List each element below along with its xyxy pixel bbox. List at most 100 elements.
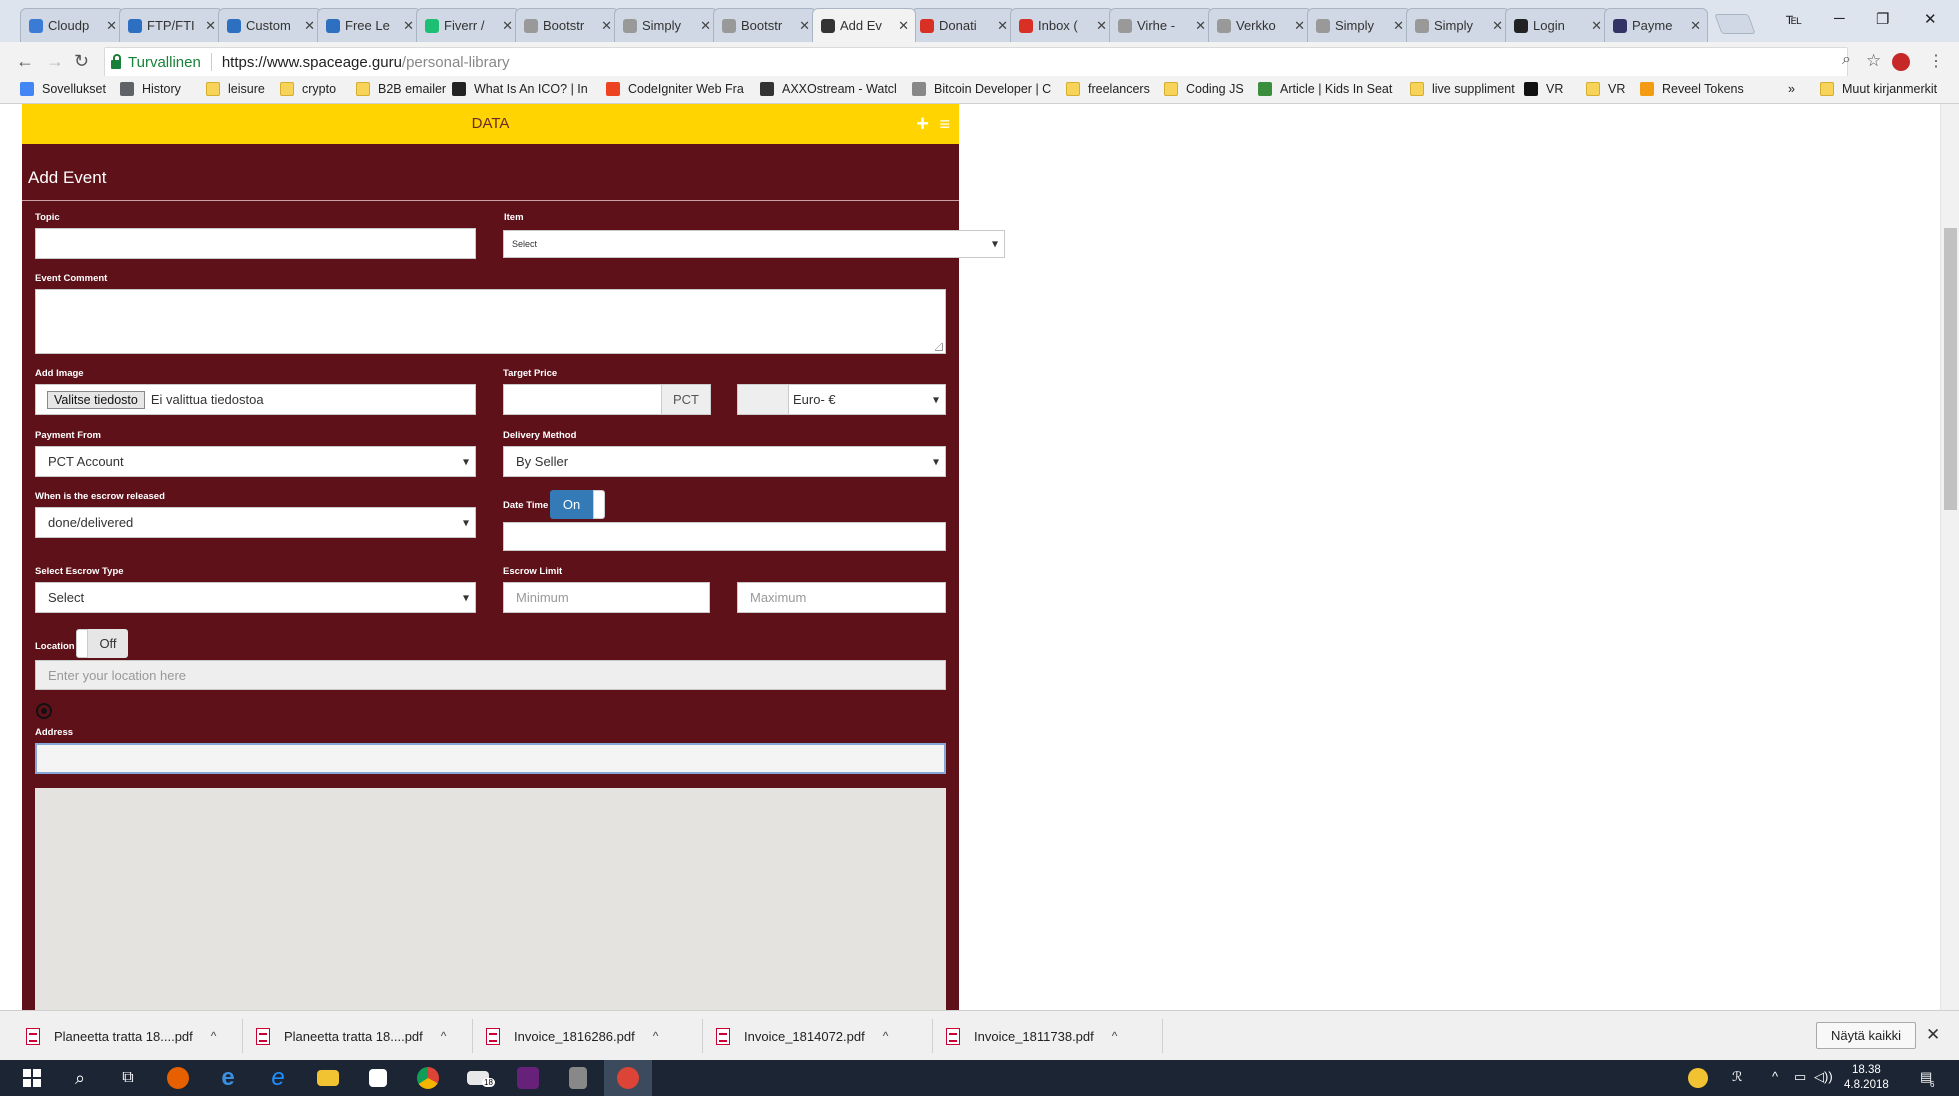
browser-tab[interactable]: Free Le ✕ (317, 8, 421, 42)
chevron-up-icon[interactable]: ^ (441, 1029, 447, 1043)
item-select[interactable]: Select (503, 230, 1005, 258)
date-time-toggle-on[interactable]: On (550, 490, 593, 519)
search-icon[interactable]: ⌕ (56, 1060, 104, 1096)
browser-tab[interactable]: Simply ✕ (1406, 8, 1510, 42)
show-all-downloads-button[interactable]: Näytä kaikki (1816, 1022, 1916, 1049)
add-icon[interactable]: + (916, 104, 929, 144)
location-toggle-off[interactable]: Off (88, 629, 128, 658)
close-tab-icon[interactable]: ✕ (205, 18, 216, 34)
bookmark-item[interactable]: VR (1524, 82, 1563, 96)
close-window-icon[interactable]: ✕ (1924, 10, 1937, 28)
close-tab-icon[interactable]: ✕ (997, 18, 1008, 34)
browser-tab[interactable]: FTP/FTI ✕ (119, 8, 223, 42)
close-tab-icon[interactable]: ✕ (700, 18, 711, 34)
reload-icon[interactable]: ↻ (74, 51, 89, 72)
chevron-up-icon[interactable]: ^ (883, 1029, 889, 1043)
close-tab-icon[interactable]: ✕ (601, 18, 612, 34)
ie-icon[interactable]: e (254, 1060, 302, 1096)
browser-tab[interactable]: Donati ✕ (911, 8, 1015, 42)
browser-tab[interactable]: Custom ✕ (218, 8, 322, 42)
close-tab-icon[interactable]: ✕ (1591, 18, 1602, 34)
address-bar[interactable]: Turvallinen https://www.spaceage.guru/pe… (104, 47, 1848, 77)
bookmark-item[interactable]: History (120, 82, 181, 96)
currency-select[interactable]: Euro- € (788, 384, 946, 415)
system-clock[interactable]: 18.38 4.8.2018 (1844, 1063, 1889, 1093)
secure-indicator[interactable]: Turvallinen (111, 53, 201, 71)
bookmark-item[interactable]: leisure (206, 82, 265, 96)
hamburger-icon[interactable]: ≡ (939, 104, 950, 144)
browser-tab[interactable]: Virhe - ✕ (1109, 8, 1213, 42)
file-explorer-icon[interactable] (304, 1060, 352, 1096)
chrome-icon[interactable] (404, 1060, 452, 1096)
close-tab-icon[interactable]: ✕ (898, 18, 909, 34)
topic-input[interactable] (35, 228, 476, 259)
bookmark-item[interactable]: live suppliment (1410, 82, 1515, 96)
escrow-type-select[interactable]: Select (35, 582, 476, 613)
chevron-up-icon[interactable]: ^ (1112, 1029, 1118, 1043)
close-tab-icon[interactable]: ✕ (304, 18, 315, 34)
escrow-minimum-input[interactable]: Minimum (503, 582, 710, 613)
bookmark-item[interactable]: VR (1586, 82, 1625, 96)
close-tab-icon[interactable]: ✕ (502, 18, 513, 34)
date-time-toggle-knob[interactable] (593, 490, 605, 519)
extension-icon[interactable] (1892, 53, 1910, 71)
download-item[interactable]: Planeetta tratta 18....pdf ^ (256, 1011, 446, 1061)
bookmark-item[interactable]: What Is An ICO? | In (452, 82, 588, 96)
scrollbar-thumb[interactable] (1944, 228, 1957, 510)
chrome-active-icon[interactable] (604, 1060, 652, 1096)
download-item[interactable]: Invoice_1814072.pdf ^ (716, 1011, 888, 1061)
store-icon[interactable] (354, 1060, 402, 1096)
browser-tab[interactable]: Payme ✕ (1604, 8, 1708, 42)
resize-handle[interactable] (935, 343, 943, 351)
close-tab-icon[interactable]: ✕ (799, 18, 810, 34)
network-icon[interactable]: ▭ (1794, 1069, 1806, 1085)
close-tab-icon[interactable]: ✕ (106, 18, 117, 34)
menu-icon[interactable]: ⋮ (1928, 51, 1944, 71)
page-scrollbar[interactable] (1940, 104, 1959, 1010)
task-view-icon[interactable]: ⧉ (104, 1060, 152, 1096)
event-comment-textarea[interactable] (35, 289, 946, 354)
browser-tab[interactable]: Bootstr ✕ (515, 8, 619, 42)
browser-tab[interactable]: Login ✕ (1505, 8, 1609, 42)
browser-tab[interactable]: Fiverr / ✕ (416, 8, 520, 42)
browser-tab[interactable]: Inbox (✕ (1010, 8, 1114, 42)
download-item[interactable]: Invoice_1816286.pdf ^ (486, 1011, 658, 1061)
profile-icon[interactable]: ℡ (1786, 10, 1802, 28)
bookmark-item[interactable]: Reveel Tokens (1640, 82, 1744, 96)
location-input[interactable]: Enter your location here (35, 660, 946, 690)
chevron-up-icon[interactable]: ^ (211, 1029, 217, 1043)
close-tab-icon[interactable]: ✕ (1492, 18, 1503, 34)
gps-locate-icon[interactable] (36, 703, 52, 719)
bookmark-item[interactable]: Article | Kids In Seat (1258, 82, 1392, 96)
close-tab-icon[interactable]: ✕ (1294, 18, 1305, 34)
escrow-release-select[interactable]: done/delivered (35, 507, 476, 538)
bookmark-item[interactable]: B2B emailer (356, 82, 446, 96)
tray-expand-icon[interactable]: ^ (1772, 1069, 1778, 1084)
location-toggle-knob[interactable] (76, 629, 88, 658)
close-tab-icon[interactable]: ✕ (1195, 18, 1206, 34)
browser-tab[interactable]: Simply ✕ (1307, 8, 1411, 42)
back-icon[interactable]: ← (16, 51, 34, 72)
close-tab-icon[interactable]: ✕ (403, 18, 414, 34)
help-icon[interactable] (1688, 1068, 1708, 1088)
bookmark-item[interactable]: Sovellukset (20, 82, 106, 96)
download-item[interactable]: Planeetta tratta 18....pdf ^ (26, 1011, 216, 1061)
calculator-icon[interactable] (554, 1060, 602, 1096)
browser-tab[interactable]: Bootstr ✕ (713, 8, 817, 42)
close-tab-icon[interactable]: ✕ (1393, 18, 1404, 34)
bookmark-item[interactable]: Coding JS (1164, 82, 1244, 96)
firefox-icon[interactable] (154, 1060, 202, 1096)
minimize-icon[interactable]: ─ (1834, 10, 1845, 27)
other-bookmarks[interactable]: Muut kirjanmerkit (1820, 82, 1937, 96)
people-icon[interactable]: ℛ (1732, 1069, 1742, 1085)
escrow-maximum-input[interactable]: Maximum (737, 582, 946, 613)
browser-tab[interactable]: Verkko ✕ (1208, 8, 1312, 42)
browser-tab[interactable]: Cloudp ✕ (20, 8, 124, 42)
target-price-input[interactable] (503, 384, 662, 415)
visual-studio-icon[interactable] (504, 1060, 552, 1096)
browser-tab[interactable]: Simply ✕ (614, 8, 718, 42)
bookmark-item[interactable]: crypto (280, 82, 336, 96)
bookmark-item[interactable]: AXXOstream - Watcl (760, 82, 897, 96)
file-input[interactable]: Valitse tiedosto Ei valittua tiedostoa (35, 384, 476, 415)
date-time-input[interactable] (503, 522, 946, 551)
